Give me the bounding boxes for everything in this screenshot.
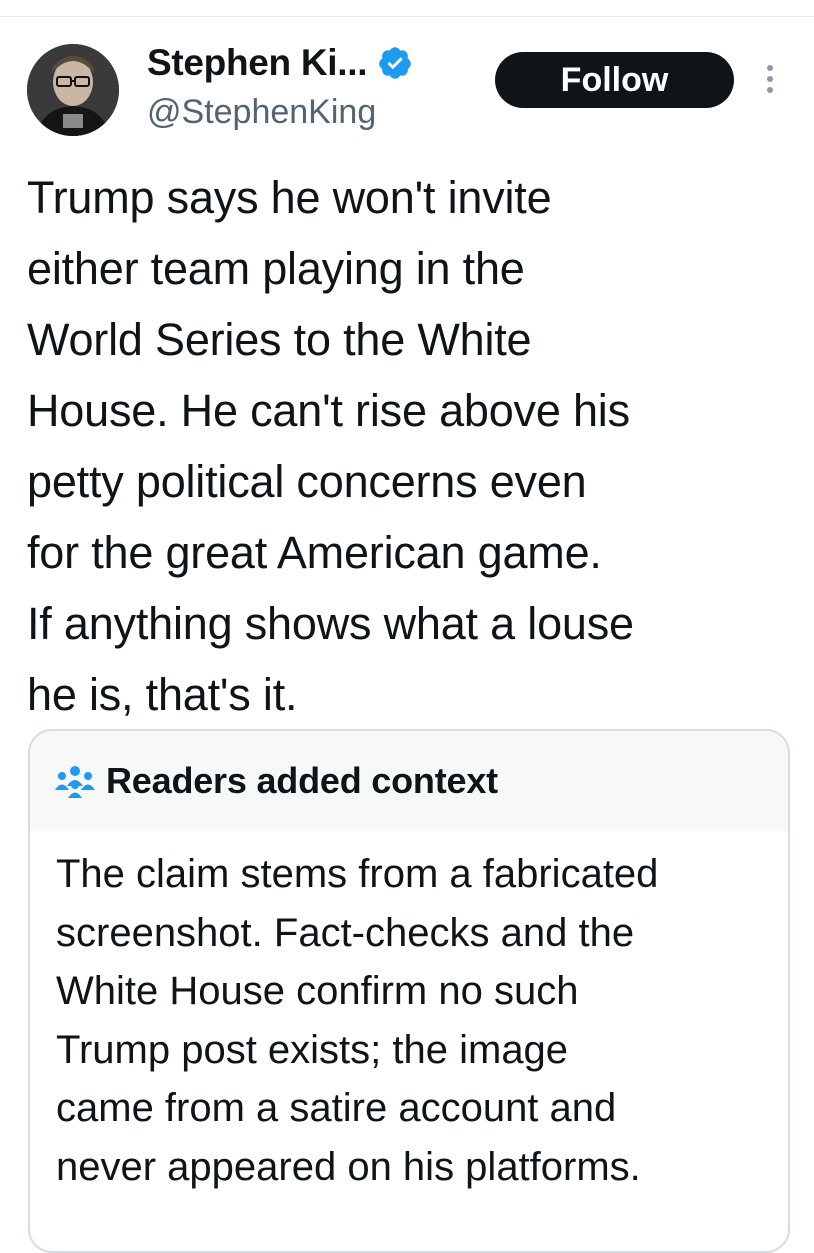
community-note-card: Readers added context The claim stems fr… — [28, 729, 790, 1253]
follow-button[interactable]: Follow — [495, 52, 734, 108]
handle[interactable]: @StephenKing — [147, 93, 376, 132]
community-note-body: The claim stems from a fabricated screen… — [56, 852, 659, 1189]
community-note-header: Readers added context — [30, 731, 788, 831]
more-vertical-icon[interactable] — [760, 60, 780, 100]
avatar[interactable] — [27, 44, 119, 136]
display-name[interactable]: Stephen Ki... — [147, 42, 367, 84]
display-name-row: Stephen Ki... — [147, 38, 413, 88]
community-note-title: Readers added context — [106, 760, 498, 801]
tweet-text: Trump says he won't invite either team p… — [27, 172, 634, 720]
tweet: Stephen Ki... @StephenKing Follow Trump … — [0, 0, 814, 1253]
people-icon — [54, 764, 96, 798]
verified-badge-icon — [377, 45, 413, 81]
